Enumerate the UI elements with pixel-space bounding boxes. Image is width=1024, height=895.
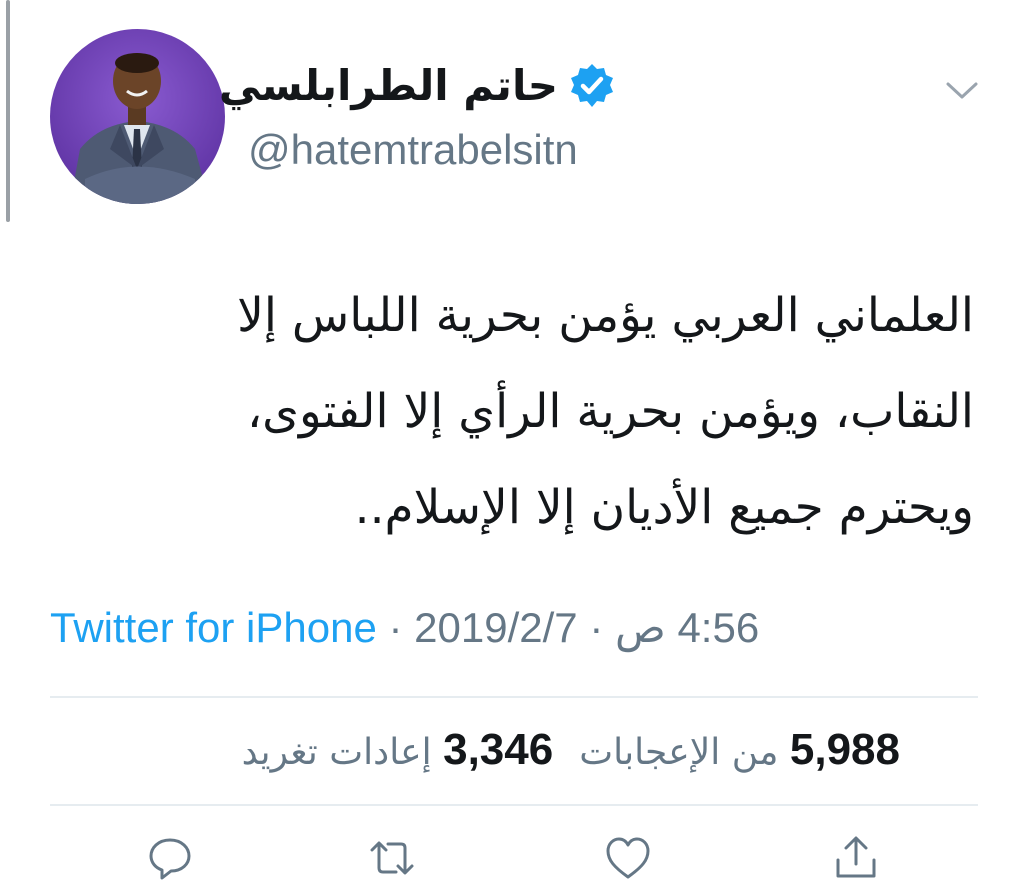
heart-icon[interactable]: [600, 830, 656, 886]
retweet-icon[interactable]: [364, 830, 420, 886]
likes-stat[interactable]: 5,988 من الإعجابات: [579, 725, 900, 774]
user-handle[interactable]: @hatemtrabelsitn: [248, 120, 578, 180]
tweet-time: 4:56 ص: [615, 604, 760, 651]
display-name[interactable]: حاتم الطرابلسي: [219, 56, 558, 116]
engagement-stats: 5,988 من الإعجابات 3,346 إعادات تغريد: [242, 720, 900, 783]
scroll-indicator[interactable]: [6, 0, 10, 222]
tweet-detail: حاتم الطرابلسي @hatemtrabelsitn العلماني…: [0, 0, 1024, 895]
meta-separator: ·: [589, 604, 604, 651]
tweet-meta: Twitter for iPhone · 2019/2/7 · 4:56 ص: [50, 598, 759, 658]
profile-photo-icon: [50, 29, 225, 204]
chevron-down-icon[interactable]: [942, 76, 982, 104]
retweets-label: إعادات تغريد: [241, 732, 432, 773]
share-icon[interactable]: [828, 830, 884, 886]
likes-count: 5,988: [789, 725, 900, 774]
retweets-stat[interactable]: 3,346 إعادات تغريد: [241, 725, 554, 774]
tweet-text: العلماني العربي يؤمن بحرية اللباس إلا ال…: [237, 288, 974, 535]
meta-separator: ·: [388, 604, 403, 651]
divider: [50, 696, 978, 698]
reply-icon[interactable]: [142, 830, 198, 886]
avatar[interactable]: [50, 29, 225, 204]
tweet-date: 2019/2/7: [414, 604, 578, 651]
source-link[interactable]: Twitter for iPhone: [50, 604, 377, 651]
likes-label: من الإعجابات: [579, 732, 779, 773]
divider: [50, 804, 978, 806]
retweets-count: 3,346: [443, 725, 554, 774]
verified-badge-icon: [567, 61, 617, 111]
action-bar: [0, 824, 1024, 894]
